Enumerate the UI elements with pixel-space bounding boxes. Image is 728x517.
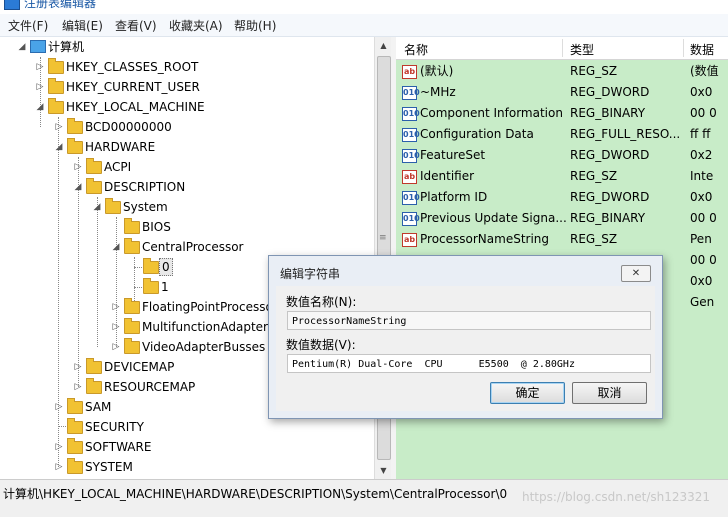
folder-icon (48, 98, 64, 114)
window-title: 注册表编辑器 (24, 0, 97, 10)
collapse-arrow-icon[interactable]: ◢ (34, 97, 46, 117)
collapse-arrow-icon[interactable]: ◢ (110, 237, 122, 257)
expand-arrow-icon[interactable]: ▷ (110, 337, 122, 357)
value-row[interactable]: 010 ~MHz REG_DWORD 0x0 (396, 82, 728, 103)
menu-favorites[interactable]: 收藏夹(A) (169, 17, 223, 34)
tree-guide (134, 287, 142, 288)
value-data-label: 数值数据(V): (286, 338, 356, 352)
scroll-up-arrow-icon[interactable]: ▲ (375, 37, 392, 54)
column-header-type[interactable]: 类型 (570, 41, 594, 58)
tree-guide (134, 257, 135, 307)
value-row[interactable]: 010 Platform ID REG_DWORD 0x0 (396, 187, 728, 208)
column-header-data[interactable]: 数据 (690, 41, 714, 58)
tree-guide (97, 197, 98, 347)
values-header: 名称 类型 数据 (396, 37, 728, 60)
column-divider[interactable] (683, 39, 684, 57)
expand-arrow-icon[interactable]: ▷ (53, 117, 65, 137)
collapse-arrow-icon[interactable]: ◢ (91, 197, 103, 217)
menu-file[interactable]: 文件(F) (8, 17, 48, 34)
value-row[interactable]: 010 FeatureSet REG_DWORD 0x2 (396, 145, 728, 166)
string-value-icon: ab (402, 65, 417, 79)
value-name-field[interactable]: ProcessorNameString (287, 311, 651, 330)
expand-arrow-icon[interactable]: ▷ (53, 457, 65, 477)
expand-arrow-icon[interactable]: ▷ (53, 437, 65, 457)
folder-icon (67, 118, 83, 134)
expand-arrow-icon[interactable]: ▷ (34, 77, 46, 97)
folder-icon (124, 338, 140, 354)
folder-icon (143, 278, 159, 294)
expand-arrow-icon[interactable]: ▷ (110, 297, 122, 317)
menu-help[interactable]: 帮助(H) (234, 17, 276, 34)
value-row[interactable]: 010 Component Information REG_BINARY 00 … (396, 103, 728, 124)
collapse-arrow-icon[interactable]: ◢ (53, 137, 65, 157)
folder-icon (86, 358, 102, 374)
folder-icon (48, 78, 64, 94)
value-row[interactable]: 010 Previous Update Signa... REG_BINARY … (396, 208, 728, 229)
cancel-button[interactable]: 取消 (572, 382, 647, 404)
tree-guide (134, 267, 142, 268)
value-row[interactable]: ab (默认) REG_SZ (数值 (396, 61, 728, 82)
dialog-body: 数值名称(N): ProcessorNameString 数值数据(V): Pe… (276, 286, 655, 411)
ok-button[interactable]: 确定 (490, 382, 565, 404)
value-row[interactable]: ab Identifier REG_SZ Inte (396, 166, 728, 187)
value-row[interactable]: ab ProcessorNameString REG_SZ Pen (396, 229, 728, 250)
binary-value-icon: 010 (402, 212, 420, 226)
folder-icon (124, 238, 140, 254)
regedit-app-icon (4, 0, 20, 10)
string-value-icon: ab (402, 170, 417, 184)
folder-icon (67, 138, 83, 154)
value-row[interactable]: 010 Configuration Data REG_FULL_RESO... … (396, 124, 728, 145)
value-name-label: 数值名称(N): (286, 295, 357, 309)
binary-value-icon: 010 (402, 149, 420, 163)
folder-icon (124, 298, 140, 314)
binary-value-icon: 010 (402, 128, 420, 142)
computer-icon (30, 40, 46, 53)
edit-string-dialog: 编辑字符串 ✕ 数值名称(N): ProcessorNameString 数值数… (268, 255, 663, 419)
folder-icon (67, 418, 83, 434)
scroll-down-arrow-icon[interactable]: ▼ (375, 462, 392, 479)
expand-arrow-icon[interactable]: ▷ (110, 317, 122, 337)
expand-arrow-icon[interactable]: ◢ (16, 37, 28, 57)
menu-edit[interactable]: 编辑(E) (62, 17, 103, 34)
folder-icon (86, 178, 102, 194)
expand-arrow-icon[interactable]: ▷ (72, 377, 84, 397)
title-bar: 注册表编辑器 (0, 0, 728, 14)
current-key-path: 计算机\HKEY_LOCAL_MACHINE\HARDWARE\DESCRIPT… (3, 487, 508, 501)
folder-icon (124, 218, 140, 234)
folder-icon (86, 378, 102, 394)
folder-icon (67, 458, 83, 474)
folder-icon (67, 398, 83, 414)
expand-arrow-icon[interactable]: ▷ (72, 357, 84, 377)
column-divider[interactable] (562, 39, 563, 57)
expand-arrow-icon[interactable]: ▷ (53, 397, 65, 417)
binary-value-icon: 010 (402, 86, 420, 100)
binary-value-icon: 010 (402, 191, 420, 205)
value-data-input[interactable]: Pentium(R) Dual-Core CPU E5500 @ 2.80GHz (287, 354, 651, 373)
close-icon[interactable]: ✕ (621, 265, 651, 282)
folder-icon (48, 58, 64, 74)
expand-arrow-icon[interactable]: ▷ (34, 57, 46, 77)
menu-bar: 文件(F) 编辑(E) 查看(V) 收藏夹(A) 帮助(H) (0, 14, 728, 37)
folder-icon (124, 318, 140, 334)
binary-value-icon: 010 (402, 107, 420, 121)
string-value-icon: ab (402, 233, 417, 247)
menu-view[interactable]: 查看(V) (115, 17, 157, 34)
grip-icon: ≡ (379, 233, 387, 243)
watermark: https://blog.csdn.net/sh123321 (522, 490, 711, 504)
tree-guide (58, 426, 66, 427)
folder-icon (143, 258, 159, 274)
folder-icon (67, 438, 83, 454)
expand-arrow-icon[interactable]: ▷ (72, 157, 84, 177)
collapse-arrow-icon[interactable]: ◢ (72, 177, 84, 197)
folder-icon (105, 198, 121, 214)
column-header-name[interactable]: 名称 (404, 41, 428, 58)
status-bar: 计算机\HKEY_LOCAL_MACHINE\HARDWARE\DESCRIPT… (0, 479, 728, 517)
dialog-title: 编辑字符串 (280, 267, 341, 281)
folder-icon (86, 158, 102, 174)
